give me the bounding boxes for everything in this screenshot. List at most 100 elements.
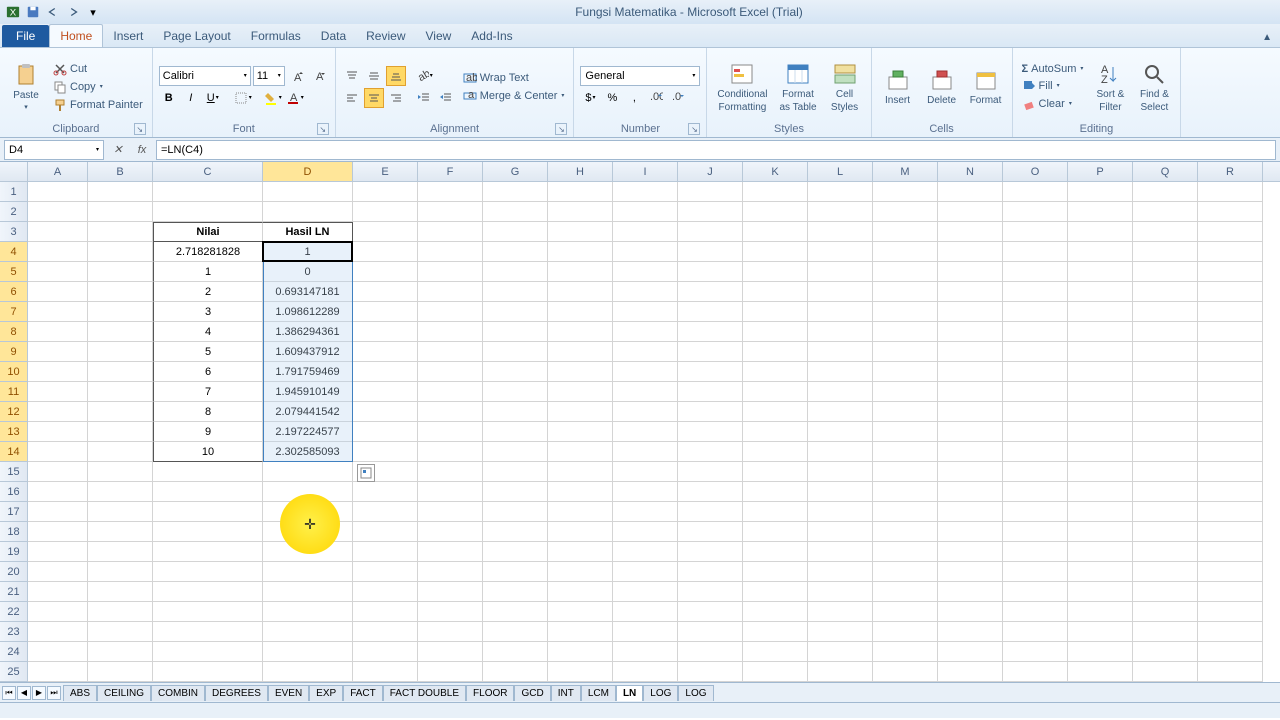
sheet-tab-fact-double[interactable]: FACT DOUBLE xyxy=(383,685,466,701)
cell-K13[interactable] xyxy=(743,422,808,442)
row-header-2[interactable]: 2 xyxy=(0,202,28,222)
cell-G23[interactable] xyxy=(483,622,548,642)
wrap-text-button[interactable]: abWrap Text xyxy=(460,70,568,86)
cell-R19[interactable] xyxy=(1198,542,1263,562)
cell-N11[interactable] xyxy=(938,382,1003,402)
cell-Q17[interactable] xyxy=(1133,502,1198,522)
cell-E18[interactable] xyxy=(353,522,418,542)
cell-C24[interactable] xyxy=(153,642,263,662)
cell-P21[interactable] xyxy=(1068,582,1133,602)
cell-A16[interactable] xyxy=(28,482,88,502)
cell-R5[interactable] xyxy=(1198,262,1263,282)
cell-L1[interactable] xyxy=(808,182,873,202)
cell-F21[interactable] xyxy=(418,582,483,602)
clipboard-launcher-icon[interactable]: ↘ xyxy=(134,123,146,135)
cell-K14[interactable] xyxy=(743,442,808,462)
cell-Q20[interactable] xyxy=(1133,562,1198,582)
cell-P1[interactable] xyxy=(1068,182,1133,202)
cell-L9[interactable] xyxy=(808,342,873,362)
cell-G13[interactable] xyxy=(483,422,548,442)
cell-K4[interactable] xyxy=(743,242,808,262)
bold-icon[interactable]: B xyxy=(159,88,179,108)
cell-H22[interactable] xyxy=(548,602,613,622)
cell-H20[interactable] xyxy=(548,562,613,582)
cell-H23[interactable] xyxy=(548,622,613,642)
clear-button[interactable]: Clear▾ xyxy=(1019,96,1087,112)
col-header-J[interactable]: J xyxy=(678,162,743,181)
qat-customize-icon[interactable]: ▾ xyxy=(84,3,102,21)
conditional-formatting-button[interactable]: ConditionalFormatting xyxy=(713,51,771,122)
cell-D9[interactable]: 1.609437912 xyxy=(263,342,353,362)
cell-G18[interactable] xyxy=(483,522,548,542)
cell-R11[interactable] xyxy=(1198,382,1263,402)
cell-E23[interactable] xyxy=(353,622,418,642)
cell-L4[interactable] xyxy=(808,242,873,262)
cell-styles-button[interactable]: CellStyles xyxy=(825,51,865,122)
cell-C8[interactable]: 4 xyxy=(153,322,263,342)
cell-R7[interactable] xyxy=(1198,302,1263,322)
cell-N18[interactable] xyxy=(938,522,1003,542)
align-bottom-icon[interactable] xyxy=(386,66,406,86)
cell-J5[interactable] xyxy=(678,262,743,282)
cell-O23[interactable] xyxy=(1003,622,1068,642)
cell-Q19[interactable] xyxy=(1133,542,1198,562)
cell-R6[interactable] xyxy=(1198,282,1263,302)
cell-M15[interactable] xyxy=(873,462,938,482)
cell-C2[interactable] xyxy=(153,202,263,222)
col-header-E[interactable]: E xyxy=(353,162,418,181)
cell-J20[interactable] xyxy=(678,562,743,582)
cell-I1[interactable] xyxy=(613,182,678,202)
accounting-icon[interactable]: $▾ xyxy=(580,88,600,108)
row-header-18[interactable]: 18 xyxy=(0,522,28,542)
cell-C5[interactable]: 1 xyxy=(153,262,263,282)
cell-M10[interactable] xyxy=(873,362,938,382)
cell-P5[interactable] xyxy=(1068,262,1133,282)
align-center-icon[interactable] xyxy=(364,88,384,108)
cell-I22[interactable] xyxy=(613,602,678,622)
cell-D10[interactable]: 1.791759469 xyxy=(263,362,353,382)
cell-J12[interactable] xyxy=(678,402,743,422)
cell-I3[interactable] xyxy=(613,222,678,242)
cell-K22[interactable] xyxy=(743,602,808,622)
cell-B11[interactable] xyxy=(88,382,153,402)
cell-M13[interactable] xyxy=(873,422,938,442)
cell-I8[interactable] xyxy=(613,322,678,342)
cell-N24[interactable] xyxy=(938,642,1003,662)
cell-Q15[interactable] xyxy=(1133,462,1198,482)
cell-N9[interactable] xyxy=(938,342,1003,362)
cell-O13[interactable] xyxy=(1003,422,1068,442)
cell-M7[interactable] xyxy=(873,302,938,322)
row-header-8[interactable]: 8 xyxy=(0,322,28,342)
cell-N7[interactable] xyxy=(938,302,1003,322)
cell-J23[interactable] xyxy=(678,622,743,642)
sheet-tab-log[interactable]: LOG xyxy=(643,685,678,701)
cell-B17[interactable] xyxy=(88,502,153,522)
cell-M4[interactable] xyxy=(873,242,938,262)
font-size-select[interactable]: 11▾ xyxy=(253,66,285,86)
cell-R15[interactable] xyxy=(1198,462,1263,482)
cell-C4[interactable]: 2.718281828 xyxy=(153,242,263,262)
cell-C12[interactable]: 8 xyxy=(153,402,263,422)
delete-cells-button[interactable]: Delete xyxy=(922,51,962,122)
tab-insert[interactable]: Insert xyxy=(103,25,153,47)
cell-C3[interactable]: Nilai xyxy=(153,222,263,242)
cell-L21[interactable] xyxy=(808,582,873,602)
cell-P13[interactable] xyxy=(1068,422,1133,442)
sort-filter-button[interactable]: AZSort &Filter xyxy=(1090,51,1130,122)
font-color-icon[interactable]: A▾ xyxy=(285,88,305,108)
cell-A21[interactable] xyxy=(28,582,88,602)
cell-J2[interactable] xyxy=(678,202,743,222)
cell-M12[interactable] xyxy=(873,402,938,422)
cell-H5[interactable] xyxy=(548,262,613,282)
cell-A22[interactable] xyxy=(28,602,88,622)
redo-icon[interactable] xyxy=(64,3,82,21)
cell-N5[interactable] xyxy=(938,262,1003,282)
cell-D11[interactable]: 1.945910149 xyxy=(263,382,353,402)
cell-P14[interactable] xyxy=(1068,442,1133,462)
cell-K20[interactable] xyxy=(743,562,808,582)
cell-R13[interactable] xyxy=(1198,422,1263,442)
cell-F19[interactable] xyxy=(418,542,483,562)
cell-L6[interactable] xyxy=(808,282,873,302)
sheet-tab-log[interactable]: LOG xyxy=(678,685,713,701)
cell-N23[interactable] xyxy=(938,622,1003,642)
